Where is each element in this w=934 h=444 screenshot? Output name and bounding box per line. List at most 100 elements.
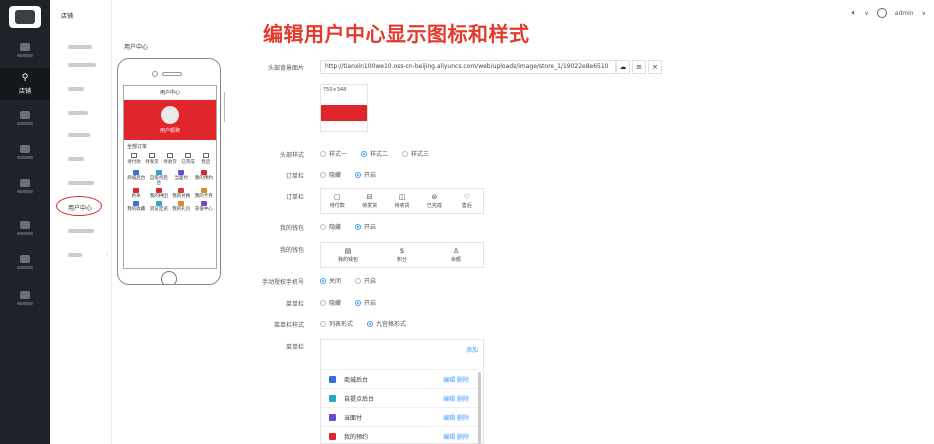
wallet-label: 我的钱包 [279,225,304,232]
edit-button[interactable]: 编辑 [443,396,455,403]
icon-slot[interactable]: ⊜ 已完成 [418,189,450,213]
annotation-headline: 编辑用户中心显示图标和样式 [263,22,530,46]
bg-image-url-input[interactable]: http://tianxin100we10.oss-cn-beijing.ali… [320,60,616,74]
preview-order-label: 待收货 [163,160,177,165]
chevron-down-icon[interactable]: ∨ [864,10,868,17]
preview-order-label: 已完成 [181,160,195,165]
menu-item-actions: 编辑 删除 [443,394,469,403]
radio-dot-icon [355,223,362,230]
menu-bar-option[interactable]: 隐藏 [320,298,341,307]
phone-auth-option[interactable]: 开启 [355,276,376,285]
edit-button[interactable]: 编辑 [443,415,455,422]
rail-label-blurred [17,156,33,159]
order-bar-option[interactable]: 隐藏 [320,170,341,179]
preview-scrollbar[interactable] [224,92,225,122]
sidebar-item[interactable] [50,148,112,170]
preview-order-item: 待发货 [144,153,160,165]
grid-item-icon [200,170,207,175]
rail-icon [20,111,30,119]
sidebar-item[interactable] [50,78,112,100]
delete-button[interactable]: 删除 [455,415,469,422]
page-title: 用户中心 [124,44,149,51]
header-style-option[interactable]: 样式二 [361,149,388,158]
menu-style-option[interactable]: 九宫格形式 [367,319,406,328]
icon-slot[interactable]: ⊟ 待发货 [353,189,385,213]
wallet-option[interactable]: 隐藏 [320,222,341,231]
preview-title: 用户中心 [124,86,216,100]
sidebar-label-blurred [68,229,94,233]
chevron-down-icon[interactable]: ∨ [922,10,926,17]
radio-label: 九宫格形式 [376,321,407,328]
menu-list-scrollbar[interactable] [478,372,481,444]
bg-image-preview[interactable]: 750×348 [320,84,368,132]
sidebar-item[interactable] [50,172,112,194]
slot-icon: ▢ [333,193,341,201]
phone-screen: 用户中心 用户昵称 全部订单 待付款 待发货 待收货 已完成 售后 商城后台 自提点后台 当… [123,85,217,269]
order-bar-option[interactable]: 开启 [355,170,376,179]
menu-style-radios: 列表形式 九宫格形式 [320,319,420,329]
delete-button[interactable]: 删除 [455,377,469,384]
radio-dot-icon [367,320,374,327]
radio-label: 样式三 [411,151,430,158]
highlight-circle [56,196,102,216]
delete-button[interactable]: 删除 [455,396,469,403]
preview-grid-label: 自提点后台 [149,176,168,186]
header-style-radios: 样式一 样式二 样式三 [320,149,443,159]
icon-slot[interactable]: ◫ 待收货 [386,189,418,213]
slot-icon: ⊜ [431,193,438,201]
list-icon[interactable]: ≡ [632,60,646,74]
icon-slot[interactable]: ▢ 待付款 [321,189,353,213]
order-icons-label: 订单栏 [285,194,304,201]
header-style-label: 头部样式 [279,152,304,159]
menu-bar-option[interactable]: 开启 [355,298,376,307]
user-icon[interactable] [876,8,887,18]
rail-item-5[interactable] [0,170,50,202]
menu-item-icon [329,375,336,383]
sidebar-item[interactable] [50,220,112,242]
menu-item-actions: 编辑 删除 [443,375,469,384]
header-style-option[interactable]: 样式三 [402,149,429,158]
wallet-option[interactable]: 开启 [355,222,376,231]
rail-item-4[interactable] [0,136,50,168]
upload-icon[interactable]: ☁ [616,60,630,74]
menu-item-actions: 编辑 删除 [443,413,469,422]
logo [9,6,41,28]
icon-slot[interactable]: $ 积分 [375,243,429,267]
sidebar-label-blurred [68,63,96,67]
header-style-option[interactable]: 样式一 [320,149,347,158]
sidebar-item[interactable] [50,102,112,124]
sidebar-label-blurred [68,133,90,137]
rail-item-store[interactable]: ⚲ 店铺 [0,68,50,100]
preview-user-name: 用户昵称 [159,128,180,134]
menu-bar-label: 菜单栏 [285,301,304,308]
preview-grid-item: 我的预约 [194,170,215,186]
rail-item-7[interactable] [0,246,50,278]
edit-button[interactable]: 编辑 [443,377,455,384]
preview-grid-label: 我的兑换 [172,194,191,199]
sidebar-item[interactable] [50,124,112,146]
rail-item-6[interactable] [0,212,50,244]
sidebar-item[interactable]: › [50,244,112,266]
speaker-icon[interactable]: 🔈︎ [852,8,857,18]
preview-grid-item: 我的兑换 [171,188,192,199]
close-icon[interactable]: × [648,60,662,74]
rail-item-8[interactable] [0,282,50,314]
icon-slot[interactable]: ♡ 售后 [451,189,483,213]
edit-button[interactable]: 编辑 [443,434,455,441]
delete-button[interactable]: 删除 [455,434,469,441]
rail-item-1[interactable] [0,34,50,66]
icon-slot[interactable]: ♙ 余额 [429,243,483,267]
content-panel [112,30,934,444]
sidebar-item[interactable] [50,54,112,76]
icon-slot[interactable]: ▤ 我的钱包 [321,243,375,267]
store-name: 店铺 [61,12,74,20]
add-menu-button[interactable]: 添加 [466,345,478,354]
radio-label: 开启 [364,172,377,179]
radio-dot-icon [320,171,326,178]
user-name[interactable]: admin [895,10,914,17]
rail-item-3[interactable] [0,102,50,134]
menu-style-option[interactable]: 列表形式 [320,319,353,328]
phone-auth-option[interactable]: 关闭 [320,276,341,285]
rail-icon [20,221,30,229]
radio-dot-icon [355,277,362,284]
